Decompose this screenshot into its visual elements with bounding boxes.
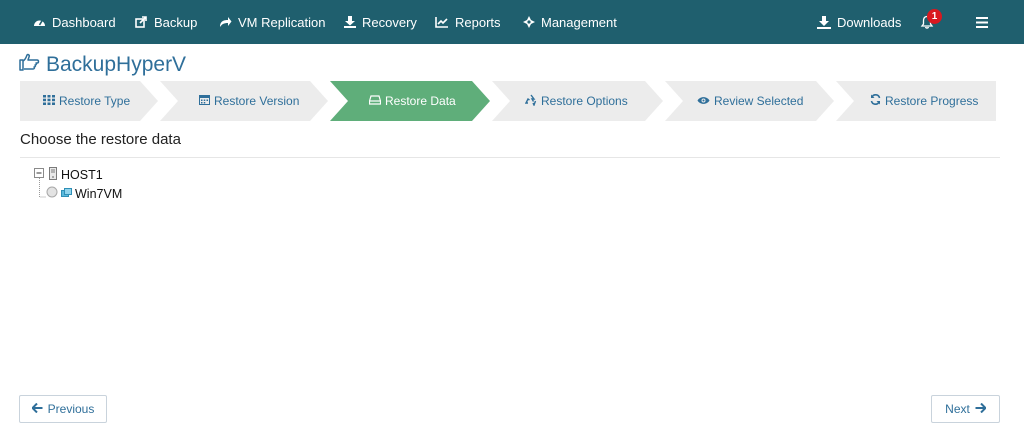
nav-backup-label: Backup — [154, 14, 198, 30]
wizard-steps-shapes — [20, 81, 996, 121]
nav-management[interactable]: Management — [523, 0, 617, 44]
arrow-right-icon — [975, 402, 987, 416]
tree-node-host[interactable]: HOST1 — [34, 167, 103, 183]
share-square-icon — [135, 16, 148, 28]
step-restore-progress-label: Restore Progress — [885, 94, 979, 108]
server-icon — [48, 167, 58, 183]
page-title-text: BackupHyperV — [46, 53, 187, 76]
nav-recovery-label: Recovery — [362, 14, 417, 30]
hamburger-icon — [976, 16, 988, 28]
notification-badge: 1 — [927, 9, 942, 24]
next-button[interactable]: Next — [931, 395, 1000, 423]
previous-button[interactable]: Previous — [19, 395, 107, 423]
step-review-selected[interactable]: Review Selected — [697, 81, 803, 121]
tree-node-vm[interactable]: Win7VM — [46, 186, 122, 201]
download-icon — [817, 15, 831, 29]
step-restore-version-label: Restore Version — [214, 94, 300, 108]
step-restore-type-label: Restore Type — [59, 94, 131, 108]
nav-vm-replication-label: VM Replication — [238, 14, 326, 30]
recycle-icon — [524, 94, 537, 109]
nav-dashboard[interactable]: Dashboard — [33, 0, 116, 44]
step-restore-options-label: Restore Options — [541, 94, 628, 108]
section-title: Choose the restore data — [20, 131, 181, 148]
grid-icon — [43, 94, 55, 108]
vm-select-radio[interactable] — [46, 186, 58, 201]
arrow-left-icon — [30, 402, 43, 416]
download-icon — [344, 16, 356, 28]
eye-icon — [697, 94, 710, 108]
nav-management-label: Management — [541, 14, 617, 30]
menu-button[interactable] — [976, 0, 988, 44]
page-title: BackupHyperV — [18, 51, 186, 79]
share-arrow-icon — [219, 16, 232, 28]
nav-recovery[interactable]: Recovery — [344, 0, 417, 44]
next-button-label: Next — [945, 402, 970, 416]
calendar-icon — [199, 94, 210, 108]
vm-icon — [61, 187, 72, 201]
dashboard-icon — [33, 16, 46, 28]
tree-node-host-label: HOST1 — [61, 168, 103, 182]
hand-pointer-icon — [18, 53, 40, 77]
step-restore-data[interactable]: Restore Data — [368, 81, 456, 121]
refresh-icon — [870, 94, 881, 108]
step-restore-options[interactable]: Restore Options — [524, 81, 628, 121]
previous-button-label: Previous — [47, 402, 95, 416]
nav-reports[interactable]: Reports — [435, 0, 501, 44]
step-restore-data-label: Restore Data — [385, 94, 456, 108]
wizard-steps: Restore Type Restore Version Restore Dat… — [20, 81, 996, 121]
nav-downloads[interactable]: Downloads — [817, 0, 901, 44]
line-chart-icon — [435, 16, 449, 28]
nav-dashboard-label: Dashboard — [52, 14, 116, 30]
step-review-selected-label: Review Selected — [714, 94, 804, 108]
nav-backup[interactable]: Backup — [135, 0, 197, 44]
tree-expander-minus-icon[interactable] — [34, 168, 45, 182]
tree-node-vm-label: Win7VM — [75, 186, 123, 201]
nav-reports-label: Reports — [455, 14, 501, 30]
section-divider — [20, 157, 1000, 158]
step-restore-type[interactable]: Restore Type — [43, 81, 130, 121]
nav-vm-replication[interactable]: VM Replication — [219, 0, 325, 44]
top-navbar: Dashboard Backup VM Replication Recovery… — [0, 0, 1024, 44]
step-restore-version[interactable]: Restore Version — [199, 81, 299, 121]
gear-icon — [523, 16, 535, 28]
drive-icon — [368, 94, 382, 108]
step-restore-progress[interactable]: Restore Progress — [870, 81, 978, 121]
nav-downloads-label: Downloads — [837, 14, 902, 30]
